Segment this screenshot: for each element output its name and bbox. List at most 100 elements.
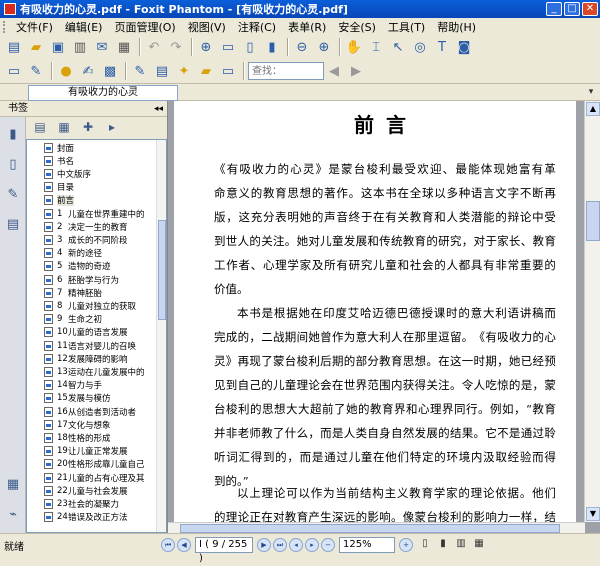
note-icon[interactable]: ▰ (196, 61, 216, 81)
zoom-out-icon[interactable]: ⊖ (292, 37, 312, 57)
bookmark-item[interactable]: 12 发展障碍的影响 (27, 353, 157, 364)
find-prev-icon[interactable]: ◀ (324, 61, 344, 81)
page-number-field[interactable]: I ( 9 / 255 ) (195, 537, 253, 564)
fit-width-icon[interactable]: ▮ (262, 37, 282, 57)
scan-icon[interactable]: ▦ (114, 37, 134, 57)
bookmarks-panel-icon[interactable]: ▮ (4, 127, 22, 145)
back-view-icon[interactable]: ◂ (289, 538, 303, 552)
menu-comments[interactable]: 注释(C) (232, 19, 282, 35)
pencil-icon[interactable]: ✎ (26, 61, 46, 81)
redo-icon[interactable]: ↷ (166, 37, 186, 57)
zoom-plus-icon[interactable]: ⊕ (314, 37, 334, 57)
continuous-icon[interactable]: ▮ (436, 538, 450, 552)
forward-view-icon[interactable]: ▸ (305, 538, 319, 552)
minimize-button[interactable]: _ (546, 2, 562, 16)
form-icon[interactable]: ▤ (152, 61, 172, 81)
menu-security[interactable]: 安全(S) (332, 19, 382, 35)
bookmark-item[interactable]: 7 精神胚胎 (27, 287, 157, 298)
fit-page-icon[interactable]: ▯ (240, 37, 260, 57)
maximize-button[interactable]: □ (564, 2, 580, 16)
menu-tools[interactable]: 工具(T) (382, 19, 431, 35)
textbox-icon[interactable]: ▭ (4, 61, 24, 81)
horizontal-scroll-thumb[interactable] (180, 524, 560, 533)
find-input[interactable] (248, 62, 324, 80)
add-bookmark-icon[interactable]: ✚ (80, 120, 96, 136)
bookmark-scroll-thumb[interactable] (158, 220, 166, 320)
menu-edit[interactable]: 编辑(E) (59, 19, 109, 35)
scroll-down-icon[interactable]: ▼ (586, 507, 600, 521)
open-icon[interactable]: ▰ (26, 37, 46, 57)
layers-panel-icon[interactable]: ✎ (4, 187, 22, 205)
edit-icon[interactable]: ✎ (130, 61, 150, 81)
select-text-icon[interactable]: ⌶ (366, 37, 386, 57)
bookmark-item[interactable]: 15 发展与模仿 (27, 393, 157, 404)
bookmark-item[interactable]: 目录 (27, 182, 157, 193)
stamp-icon[interactable]: ▩ (100, 61, 120, 81)
bookmark-item[interactable]: 18 性格的形成 (27, 432, 157, 443)
bookmark-item[interactable]: 6 胚胎学与行为 (27, 274, 157, 285)
sign-icon[interactable]: ✍ (78, 61, 98, 81)
zoom-level-field[interactable]: 125% (339, 537, 395, 553)
bookmark-scrollbar[interactable] (156, 140, 166, 532)
collapse-panel-icon[interactable]: ◂◂ (154, 101, 163, 117)
bookmark-item[interactable]: 17 文化与想象 (27, 419, 157, 430)
next-page-icon[interactable]: ▶ (257, 538, 271, 552)
bookmark-item[interactable]: 中文版序 (27, 168, 157, 179)
bookmark-item[interactable]: 4 新的途径 (27, 248, 157, 259)
page-icon[interactable]: ▭ (218, 37, 238, 57)
delete-bookmark-icon[interactable]: ▦ (56, 120, 72, 136)
binoculars-icon[interactable]: ◎ (410, 37, 430, 57)
pages-panel-icon[interactable]: ▯ (4, 157, 22, 175)
select-icon[interactable]: ↖ (388, 37, 408, 57)
print-icon[interactable]: ▥ (70, 37, 90, 57)
last-page-icon[interactable]: ⏭ (273, 538, 287, 552)
bookmark-item[interactable]: 5 造物的奇迹 (27, 261, 157, 272)
bookmark-item[interactable]: 21 儿童的占有心理及其 (27, 472, 157, 483)
page-vertical-scrollbar[interactable]: ▲ ▼ (584, 101, 600, 522)
attachments-panel-icon[interactable]: ▦ (4, 477, 22, 495)
menu-forms[interactable]: 表单(R) (282, 19, 332, 35)
menu-help[interactable]: 帮助(H) (431, 19, 482, 35)
zoom-in-icon[interactable]: ⊕ (196, 37, 216, 57)
zoom-in-status-icon[interactable]: + (399, 538, 413, 552)
bookmark-item[interactable]: 1 儿童在世界重建中的 (27, 208, 157, 219)
page-horizontal-scrollbar[interactable] (168, 522, 585, 533)
bookmark-item[interactable]: 前言 (27, 194, 157, 206)
bookmark-item[interactable]: 封面 (27, 142, 157, 153)
bookmark-item[interactable]: 16 从创造者到活动者 (27, 406, 157, 417)
zoom-out-status-icon[interactable]: − (321, 538, 335, 552)
bookmark-options-icon[interactable]: ▸ (104, 120, 120, 136)
paperclip-icon[interactable]: ⌁ (4, 507, 22, 525)
typewriter-icon[interactable]: T (432, 37, 452, 57)
scroll-up-icon[interactable]: ▲ (586, 102, 600, 116)
bookmark-item[interactable]: 22 儿童与社会发展 (27, 485, 157, 496)
bookmark-item[interactable]: 24 错误及改正方法 (27, 512, 157, 523)
undo-icon[interactable]: ↶ (144, 37, 164, 57)
find-next-icon[interactable]: ▶ (346, 61, 366, 81)
menu-file[interactable]: 文件(F) (10, 19, 59, 35)
snapshot-icon[interactable]: ◙ (454, 37, 474, 57)
bookmark-item[interactable]: 14 智力与手 (27, 380, 157, 391)
bookmark-item[interactable]: 13 运动在儿童发展中的 (27, 366, 157, 377)
tab-scroll-icon[interactable]: ▾ (585, 87, 597, 99)
save-icon[interactable]: ▣ (48, 37, 68, 57)
highlight-icon[interactable]: ✦ (174, 61, 194, 81)
bookmark-item[interactable]: 23 社会的凝聚力 (27, 498, 157, 509)
bookmark-item[interactable]: 书名 (27, 155, 157, 166)
menu-view[interactable]: 视图(V) (182, 19, 232, 35)
hand-icon[interactable]: ✋ (344, 37, 364, 57)
tab-document[interactable]: 有吸收力的心灵 (28, 85, 178, 101)
bookmark-item[interactable]: 11 语言对婴儿的召唤 (27, 340, 157, 351)
single-page-icon[interactable]: ▯ (418, 538, 432, 552)
bookmark-item[interactable]: 10 儿童的语言发展 (27, 327, 157, 338)
user-icon[interactable]: ● (56, 61, 76, 81)
menu-grip[interactable] (3, 20, 7, 33)
bookmark-item[interactable]: 19 让儿童正常发展 (27, 446, 157, 457)
comments-panel-icon[interactable]: ▤ (4, 217, 22, 235)
expand-bookmark-icon[interactable]: ▤ (32, 120, 48, 136)
page-scroll-thumb[interactable] (586, 201, 600, 241)
facing-icon[interactable]: ▥ (454, 538, 468, 552)
close-button[interactable]: ✕ (582, 2, 598, 16)
bookmark-item[interactable]: 8 儿童对独立的获取 (27, 300, 157, 311)
bookmark-item[interactable]: 20 性格形成靠儿童自己 (27, 459, 157, 470)
